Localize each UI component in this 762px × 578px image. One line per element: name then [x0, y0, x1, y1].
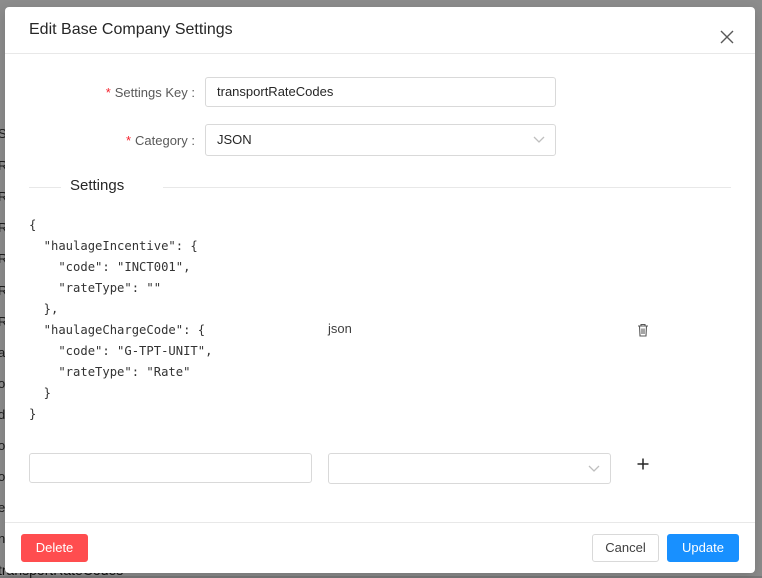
- modal-header: Edit Base Company Settings: [5, 7, 755, 54]
- add-entry-button[interactable]: [635, 456, 651, 472]
- label-colon: :: [187, 85, 195, 100]
- divider-line: [163, 187, 731, 188]
- category-row: * Category : JSON: [5, 124, 755, 156]
- new-setting-value-input[interactable]: [29, 453, 312, 483]
- settings-divider: Settings: [29, 177, 731, 194]
- modal-title: Edit Base Company Settings: [29, 21, 233, 38]
- settings-entry-type[interactable]: json: [328, 321, 352, 336]
- close-button[interactable]: [713, 23, 741, 51]
- delete-entry-button[interactable]: [637, 323, 649, 337]
- update-button[interactable]: Update: [667, 534, 739, 562]
- settings-key-row: * Settings Key : transportRateCodes: [5, 77, 755, 107]
- category-select-value: JSON: [217, 132, 252, 147]
- settings-section-title: Settings: [70, 177, 125, 194]
- new-setting-type-select[interactable]: [328, 453, 611, 484]
- required-mark: *: [105, 85, 111, 100]
- chevron-down-icon: [588, 465, 600, 472]
- close-icon: [720, 30, 734, 44]
- edit-settings-modal: Edit Base Company Settings * Settings Key…: [5, 7, 755, 573]
- label-colon: :: [187, 133, 195, 148]
- delete-button[interactable]: Delete: [21, 534, 88, 562]
- cancel-button[interactable]: Cancel: [592, 534, 659, 562]
- trash-icon: [638, 323, 648, 337]
- category-label: * Category :: [5, 133, 195, 148]
- settings-key-input[interactable]: transportRateCodes: [205, 77, 556, 107]
- settings-key-label: * Settings Key :: [5, 85, 195, 100]
- category-select[interactable]: JSON: [205, 124, 556, 156]
- settings-key-label-text: Settings Key: [114, 85, 188, 100]
- settings-entry-value[interactable]: { "haulageIncentive": { "code": "INCT001…: [29, 215, 319, 425]
- chevron-down-icon: [533, 136, 545, 143]
- category-label-text: Category: [135, 133, 188, 148]
- modal-footer: Delete Cancel Update: [5, 522, 755, 573]
- required-mark: *: [125, 133, 132, 148]
- plus-icon: [637, 458, 649, 470]
- divider-line: [29, 187, 61, 188]
